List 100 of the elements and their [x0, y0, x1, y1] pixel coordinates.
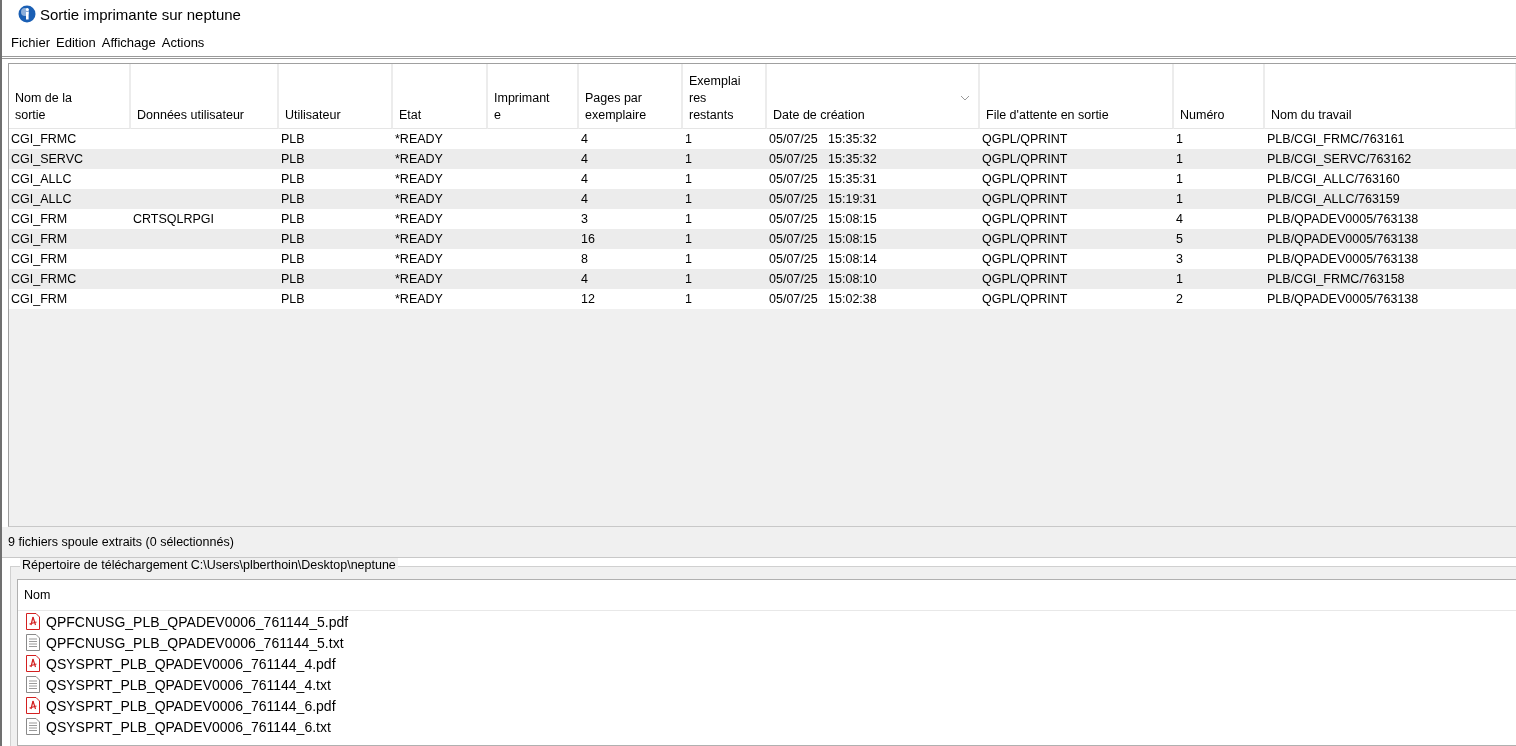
- table-cell-text: 05/07/25 15:35:31: [768, 171, 878, 188]
- table-cell-text: *READY: [394, 191, 444, 208]
- status-text: 9 fichiers spoule extraits (0 sélectionnés): [2, 527, 1516, 558]
- table-cell-text: 1: [684, 171, 693, 188]
- table-cell-text: 4: [580, 131, 589, 148]
- column-header[interactable]: File d'attente en sortie: [980, 64, 1174, 129]
- table-cell-text: *READY: [394, 251, 444, 268]
- column-header[interactable]: Pages par exemplaire: [579, 64, 683, 129]
- column-header[interactable]: Numéro: [1174, 64, 1265, 129]
- table-cell-text: CGI_FRM: [10, 251, 69, 268]
- table-cell-text: 3: [580, 211, 589, 228]
- table-cell-text: 05/07/25 15:19:31: [768, 191, 878, 208]
- column-header[interactable]: Nom: [18, 588, 51, 602]
- menu-item[interactable]: Actions: [159, 34, 207, 50]
- file-name[interactable]: QPFCNUSG_PLB_QPADEV0006_761144_5.txt: [46, 634, 344, 651]
- table-cell-text: PLB: [280, 131, 306, 148]
- table-cell-text: CGI_FRMC: [10, 131, 78, 148]
- table-cell-text: PLB: [280, 291, 306, 308]
- table-cell-text: QGPL/QPRINT: [981, 251, 1069, 268]
- table-cell-text: *READY: [394, 231, 444, 248]
- table-cell-text: CRTSQLRPGI: [132, 211, 216, 228]
- table-cell-text: *READY: [394, 271, 444, 288]
- file-name[interactable]: QSYSPRT_PLB_QPADEV0006_761144_6.pdf: [46, 697, 336, 714]
- table-cell-text: 1: [1175, 131, 1184, 148]
- group-title: Répertoire de téléchargement C:\Users\plberthoin\Desktop\neptune: [20, 558, 398, 572]
- table-cell-text: 12: [580, 291, 596, 308]
- table-cell-text: CGI_SERVC: [10, 151, 84, 168]
- table-cell-text: 5: [1175, 231, 1184, 248]
- table-cell-text: PLB: [280, 251, 306, 268]
- column-header[interactable]: Etat: [393, 64, 488, 129]
- table-row[interactable]: CGI_FRM PLB *READY 8 1 05/07/25 15:08:14 QGPL/QPRINT 3 PLB/QPADEV0005/763138: [9, 249, 1516, 269]
- table-cell-text: PLB/QPADEV0005/763138: [1266, 251, 1420, 268]
- table-cell-text: PLB: [280, 271, 306, 288]
- table-cell-text: 05/07/25 15:08:15: [768, 231, 878, 248]
- table-cell-text: 1: [684, 251, 693, 268]
- table-cell-text: PLB/QPADEV0005/763138: [1266, 231, 1420, 248]
- table-row[interactable]: CGI_ALLC PLB *READY 4 1 05/07/25 15:35:31 QGPL/QPRINT 1 PLB/CGI_ALLC/763160: [9, 169, 1516, 189]
- table-cell-text: 1: [1175, 171, 1184, 188]
- table-cell-text: CGI_ALLC: [10, 171, 73, 188]
- table-cell-text: QGPL/QPRINT: [981, 191, 1069, 208]
- column-header[interactable]: Imprimant e: [488, 64, 579, 129]
- table-row[interactable]: CGI_FRM PLB *READY 12 1 05/07/25 15:02:38 QGPL/QPRINT 2 PLB/QPADEV0005/763138: [9, 289, 1516, 309]
- table-cell-text: 4: [580, 191, 589, 208]
- table-cell-text: 1: [684, 291, 693, 308]
- column-header[interactable]: Données utilisateur: [131, 64, 279, 129]
- table-cell-text: 8: [580, 251, 589, 268]
- table-cell-text: 16: [580, 231, 596, 248]
- table-row[interactable]: CGI_FRM CRTSQLRPGI PLB *READY 3 1 05/07/25 15:08:15 QGPL/QPRINT 4 PLB/QPADEV0005/763138: [9, 209, 1516, 229]
- table-cell-text: 1: [684, 211, 693, 228]
- file-name[interactable]: QSYSPRT_PLB_QPADEV0006_761144_4.txt: [46, 676, 331, 693]
- table-cell-text: 05/07/25 15:08:10: [768, 271, 878, 288]
- file-name[interactable]: QSYSPRT_PLB_QPADEV0006_761144_6.txt: [46, 718, 331, 735]
- table-cell-text: PLB/CGI_ALLC/763159: [1266, 191, 1401, 208]
- table-cell-text: QGPL/QPRINT: [981, 211, 1069, 228]
- table-cell-text: 1: [684, 271, 693, 288]
- column-header[interactable]: Nom du travail: [1265, 64, 1516, 129]
- table-cell-text: 1: [1175, 151, 1184, 168]
- table-cell-text: CGI_FRMC: [10, 271, 78, 288]
- table-cell-text: CGI_FRM: [10, 211, 69, 228]
- column-header[interactable]: Utilisateur: [279, 64, 393, 129]
- table-cell-text: 4: [580, 271, 589, 288]
- table-cell-text: PLB: [280, 191, 306, 208]
- menu-item[interactable]: Affichage: [99, 34, 158, 50]
- table-cell-text: QGPL/QPRINT: [981, 231, 1069, 248]
- table-cell-text: PLB: [280, 171, 306, 188]
- window-title: Sortie imprimante sur neptune: [40, 5, 241, 23]
- table-cell-text: *READY: [394, 171, 444, 188]
- table-row[interactable]: CGI_FRMC PLB *READY 4 1 05/07/25 15:08:10 QGPL/QPRINT 1 PLB/CGI_FRMC/763158: [9, 269, 1516, 289]
- table-cell-text: 3: [1175, 251, 1184, 268]
- table-cell-text: PLB/CGI_SERVC/763162: [1266, 151, 1413, 168]
- table-cell-text: *READY: [394, 131, 444, 148]
- table-cell-text: PLB/CGI_FRMC/763158: [1266, 271, 1406, 288]
- table-cell-text: 2: [1175, 291, 1184, 308]
- file-name[interactable]: QSYSPRT_PLB_QPADEV0006_761144_4.pdf: [46, 655, 336, 672]
- table-cell-text: 05/07/25 15:02:38: [768, 291, 878, 308]
- table-cell-text: PLB: [280, 151, 306, 168]
- menu-item[interactable]: Edition: [54, 34, 98, 50]
- table-cell-text: PLB/QPADEV0005/763138: [1266, 211, 1420, 228]
- table-row[interactable]: CGI_FRMC PLB *READY 4 1 05/07/25 15:35:32 QGPL/QPRINT 1 PLB/CGI_FRMC/763161: [9, 129, 1516, 149]
- table-cell-text: 05/07/25 15:08:14: [768, 251, 878, 268]
- table-cell-text: 4: [1175, 211, 1184, 228]
- table-cell-text: QGPL/QPRINT: [981, 291, 1069, 308]
- file-name[interactable]: QPFCNUSG_PLB_QPADEV0006_761144_5.pdf: [46, 613, 349, 630]
- table-cell-text: 05/07/25 15:35:32: [768, 151, 878, 168]
- table-cell-text: PLB: [280, 211, 306, 228]
- menu-item[interactable]: Fichier: [9, 34, 52, 50]
- table-cell-text: 4: [580, 171, 589, 188]
- table-cell-text: *READY: [394, 151, 444, 168]
- column-header[interactable]: Date de création: [767, 64, 980, 129]
- table-cell-text: 1: [1175, 191, 1184, 208]
- table-cell-text: 4: [580, 151, 589, 168]
- table-row[interactable]: CGI_SERVC PLB *READY 4 1 05/07/25 15:35:32 QGPL/QPRINT 1 PLB/CGI_SERVC/763162: [9, 149, 1516, 169]
- table-cell-text: CGI_FRM: [10, 231, 69, 248]
- column-header[interactable]: Exemplai res restants: [683, 64, 767, 129]
- table-cell-text: CGI_FRM: [10, 291, 69, 308]
- table-cell-text: 1: [684, 131, 693, 148]
- column-header[interactable]: Nom de la sortie: [9, 64, 131, 129]
- table-row[interactable]: CGI_FRM PLB *READY 16 1 05/07/25 15:08:15 QGPL/QPRINT 5 PLB/QPADEV0005/763138: [9, 229, 1516, 249]
- table-row[interactable]: CGI_ALLC PLB *READY 4 1 05/07/25 15:19:31 QGPL/QPRINT 1 PLB/CGI_ALLC/763159: [9, 189, 1516, 209]
- table-cell-text: 1: [684, 231, 693, 248]
